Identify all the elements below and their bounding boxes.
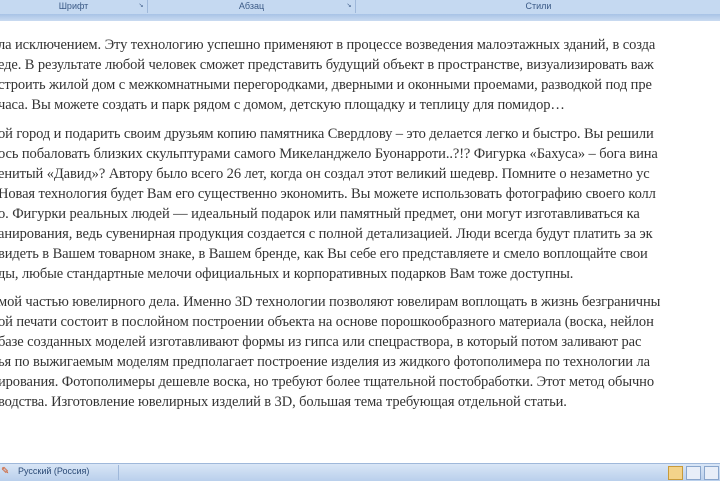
group-label: Абзац [238,1,265,11]
dialog-launcher-icon[interactable]: ↘ [138,3,144,9]
group-label: Стили [525,1,552,11]
document-line: базе созданных моделей изготавливают фор… [0,334,642,350]
status-bar: ✎ Русский (Россия) [0,463,720,481]
ribbon-group-font: Шрифт ↘ [0,0,148,13]
document-line: ой печати состоит в послойном построении… [0,314,654,330]
dialog-launcher-icon[interactable]: ↘ [346,3,352,9]
document-line: водства. Изготовление ювелирных изделий … [0,394,567,410]
language-indicator[interactable]: Русский (Россия) [18,466,89,476]
document-line: ды, любые стандартные мелочи официальных… [0,266,574,282]
document-page[interactable]: ла исключением. Эту технологию успешно п… [0,21,720,463]
document-line: еде. В результате любой человек сможет п… [0,57,654,73]
web-layout-view-icon[interactable] [704,466,719,480]
document-line: анирования, ведь сувенирная продукция со… [0,226,653,242]
document-line: ось побаловать близких скульптурами само… [0,146,658,162]
status-divider [118,465,119,480]
ribbon-group-paragraph: Абзац ↘ [148,0,356,13]
document-line: ья по выжигаемым моделям предполагает по… [0,354,650,370]
ribbon-group-labels: Шрифт ↘ Абзац ↘ Стили [0,0,720,15]
document-line: о. Фигурки реальных людей — идеальный по… [0,206,640,222]
group-label: Шрифт [58,1,89,11]
document-line: ой город и подарить своим друзьям копию … [0,126,654,142]
proofing-error-icon[interactable]: ✎ [1,466,9,478]
document-line: строить жилой дом с межкомнатными перего… [0,77,652,93]
document-line: ла исключением. Эту технологию успешно п… [0,37,656,53]
document-line: часа. Вы можете создать и парк рядом с д… [0,97,565,113]
document-line: мой частью ювелирного дела. Именно 3D те… [0,294,661,310]
document-line: видеть в Вашем товарном знаке, в Вашем б… [0,246,648,262]
document-line: енитый «Давид»? Автору было всего 26 лет… [0,166,650,182]
ribbon-bottom-band [0,14,720,21]
document-line: ирования. Фотополимеры дешевле воска, но… [0,374,654,390]
ribbon-group-styles: Стили [357,0,720,13]
print-layout-view-icon[interactable] [668,466,683,480]
document-line: Новая технология будет Вам его существен… [0,186,656,202]
full-screen-reading-view-icon[interactable] [686,466,701,480]
